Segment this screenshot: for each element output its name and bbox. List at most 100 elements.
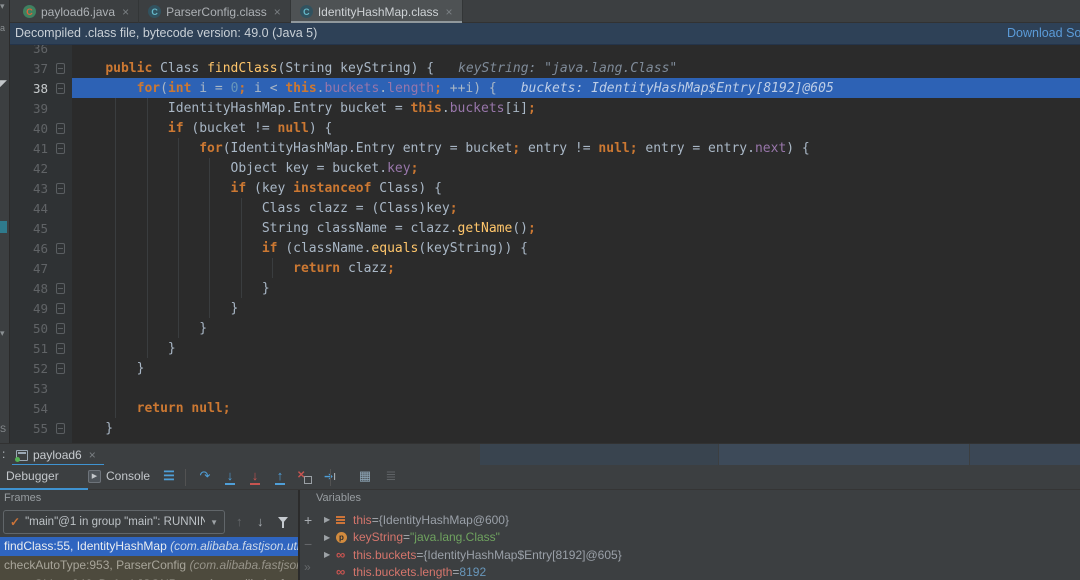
code-line-39[interactable]: 39 IdentityHashMap.Entry bucket = this.b… [10, 98, 1080, 118]
code-line-55[interactable]: 55 } [10, 418, 1080, 438]
close-icon[interactable]: × [274, 5, 281, 19]
token: () [512, 220, 528, 236]
fold-end-icon[interactable] [55, 282, 65, 294]
variable-row[interactable]: ▶ p keyString = "java.lang.Class" [324, 529, 1080, 547]
close-icon[interactable]: × [122, 5, 129, 19]
token: } [74, 320, 208, 336]
toolbar-separator [185, 469, 186, 486]
class-icon: C [148, 5, 162, 18]
code-line-45[interactable]: 45 String className = clazz.getName(); [10, 218, 1080, 238]
close-icon[interactable]: × [89, 448, 96, 462]
variables-panel-title: Variables [316, 492, 362, 504]
token: null [191, 400, 223, 416]
drop-frame-icon[interactable]: ✕ [296, 468, 314, 486]
code-text: String className = clazz.getName(); [72, 221, 536, 236]
expand-arrow-icon[interactable]: ▶ [324, 533, 336, 542]
code-line-46[interactable]: 46 if (className.equals(keyString)) { [10, 238, 1080, 258]
next-frame-icon[interactable]: ↓ [257, 514, 264, 529]
fold-end-icon[interactable] [55, 322, 65, 334]
previous-frame-icon[interactable]: ↑ [236, 514, 243, 529]
fold-end-icon[interactable] [55, 422, 65, 434]
token: . [441, 100, 450, 116]
step-into-icon[interactable]: ↓ [221, 468, 239, 486]
token: (key [246, 180, 294, 196]
fold-start-icon[interactable] [55, 122, 65, 134]
add-watch-icon[interactable]: + [304, 512, 312, 528]
hide-library-frames-icon[interactable] [278, 517, 288, 528]
code-line-43[interactable]: 43 if (key instanceof Class) { [10, 178, 1080, 198]
fold-end-icon[interactable] [55, 342, 65, 354]
threads-menu-icon[interactable]: ☰ [160, 468, 178, 486]
code-text: Class clazz = (Class)key; [72, 201, 458, 216]
editor-tab-parserconfig-class[interactable]: C ParserConfig.class × [139, 0, 291, 23]
inline-debugger-hint: buckets: IdentityHashMap$Entry[8192]@605 [520, 80, 834, 96]
fold-start-icon[interactable] [55, 242, 65, 254]
token: i < [246, 80, 286, 96]
expand-arrow-icon[interactable]: ▶ [324, 515, 336, 524]
step-out-icon[interactable]: ↑ [271, 468, 289, 486]
token: ; [387, 260, 395, 276]
layout-settings-icon[interactable]: ≣ [382, 468, 400, 486]
variable-row[interactable]: ▶ this = {IdentityHashMap@600} [324, 511, 1080, 529]
variable-row[interactable]: ∞ this.buckets.length = 8192 [324, 564, 1080, 580]
code-line-36[interactable]: 36 [10, 45, 1080, 58]
token: Class) { [371, 180, 442, 196]
code-line-50[interactable]: 50 } [10, 318, 1080, 338]
stack-frame-row[interactable]: findClass:55, IdentityHashMap (com.aliba… [0, 537, 298, 556]
tab-debugger[interactable]: Debugger [6, 469, 59, 483]
code-text: } [72, 281, 270, 296]
thread-selector[interactable]: ✓ "main"@1 in group "main": RUNNING ▼ [3, 510, 225, 534]
code-line-40[interactable]: 40 if (bucket != null) { [10, 118, 1080, 138]
fold-start-icon[interactable] [55, 62, 65, 74]
debug-session-tab[interactable]: payload6 × [12, 444, 100, 466]
code-line-54[interactable]: 54 return null; [10, 398, 1080, 418]
variable-row[interactable]: ▶ ∞ this.buckets = {IdentityHashMap$Entry[… [324, 546, 1080, 564]
stack-frame-row[interactable]: checkAutoType:953, ParserConfig (com.ali… [0, 556, 298, 575]
code-line-38[interactable]: 38 for(int i = 0; i < this.buckets.lengt… [10, 78, 1080, 98]
token: buckets [449, 100, 505, 116]
token: for [199, 140, 223, 156]
step-over-icon[interactable]: ↷ [196, 468, 214, 486]
code-editor[interactable]: 36 37 public Class findClass(String keySt… [10, 45, 1080, 443]
fold-start-icon[interactable] [55, 142, 65, 154]
code-line-41[interactable]: 41 for(IdentityHashMap.Entry entry = buc… [10, 138, 1080, 158]
stack-frame-row[interactable]: parseObject:246, DefaultJSONParser (com.… [0, 575, 298, 580]
fold-end-icon[interactable] [55, 362, 65, 374]
code-line-42[interactable]: 42 Object key = bucket.key; [10, 158, 1080, 178]
variable-value: {IdentityHashMap$Entry[8192]@605} [423, 547, 622, 562]
token: ) { [308, 120, 333, 136]
editor-tab-identityhashmap-class[interactable]: C IdentityHashMap.class × [290, 0, 463, 23]
token: entry = entry. [637, 140, 755, 156]
fold-start-icon[interactable] [55, 182, 65, 194]
code-line-51[interactable]: 51 } [10, 338, 1080, 358]
editor-tab-payload6-java[interactable]: Cpayload6.java × [14, 0, 140, 23]
remove-watch-icon[interactable]: − [304, 536, 312, 552]
fold-cell [48, 362, 72, 374]
code-line-47[interactable]: 47 return clazz; [10, 258, 1080, 278]
close-icon[interactable]: × [446, 5, 453, 19]
download-sources-link[interactable]: Download Sources [1007, 23, 1080, 44]
more-icon[interactable]: » [304, 560, 311, 574]
code-line-48[interactable]: 48 } [10, 278, 1080, 298]
code-line-52[interactable]: 52 } [10, 358, 1080, 378]
expand-arrow-icon[interactable]: ▶ [324, 550, 336, 559]
fold-start-icon[interactable] [55, 82, 65, 94]
editor-tab-label: payload6.java [41, 4, 116, 19]
token: entry != [520, 140, 599, 156]
debug-session-tab-label: payload6 [33, 448, 82, 462]
token: String className = clazz. [74, 220, 458, 236]
evaluate-expression-icon[interactable]: ▦ [356, 468, 374, 486]
redacted-tab [480, 444, 718, 465]
token: } [74, 360, 145, 376]
toolbar-separator [330, 469, 331, 486]
code-line-49[interactable]: 49 } [10, 298, 1080, 318]
token: instanceof [293, 180, 372, 196]
fold-end-icon[interactable] [55, 302, 65, 314]
tab-console[interactable]: Console [106, 469, 150, 483]
force-step-into-icon[interactable]: ↓ [246, 468, 264, 486]
code-line-37[interactable]: 37 public Class findClass(String keyStri… [10, 58, 1080, 78]
code-line-44[interactable]: 44 Class clazz = (Class)key; [10, 198, 1080, 218]
token: (className. [277, 240, 372, 256]
code-line-53[interactable]: 53 [10, 378, 1080, 398]
